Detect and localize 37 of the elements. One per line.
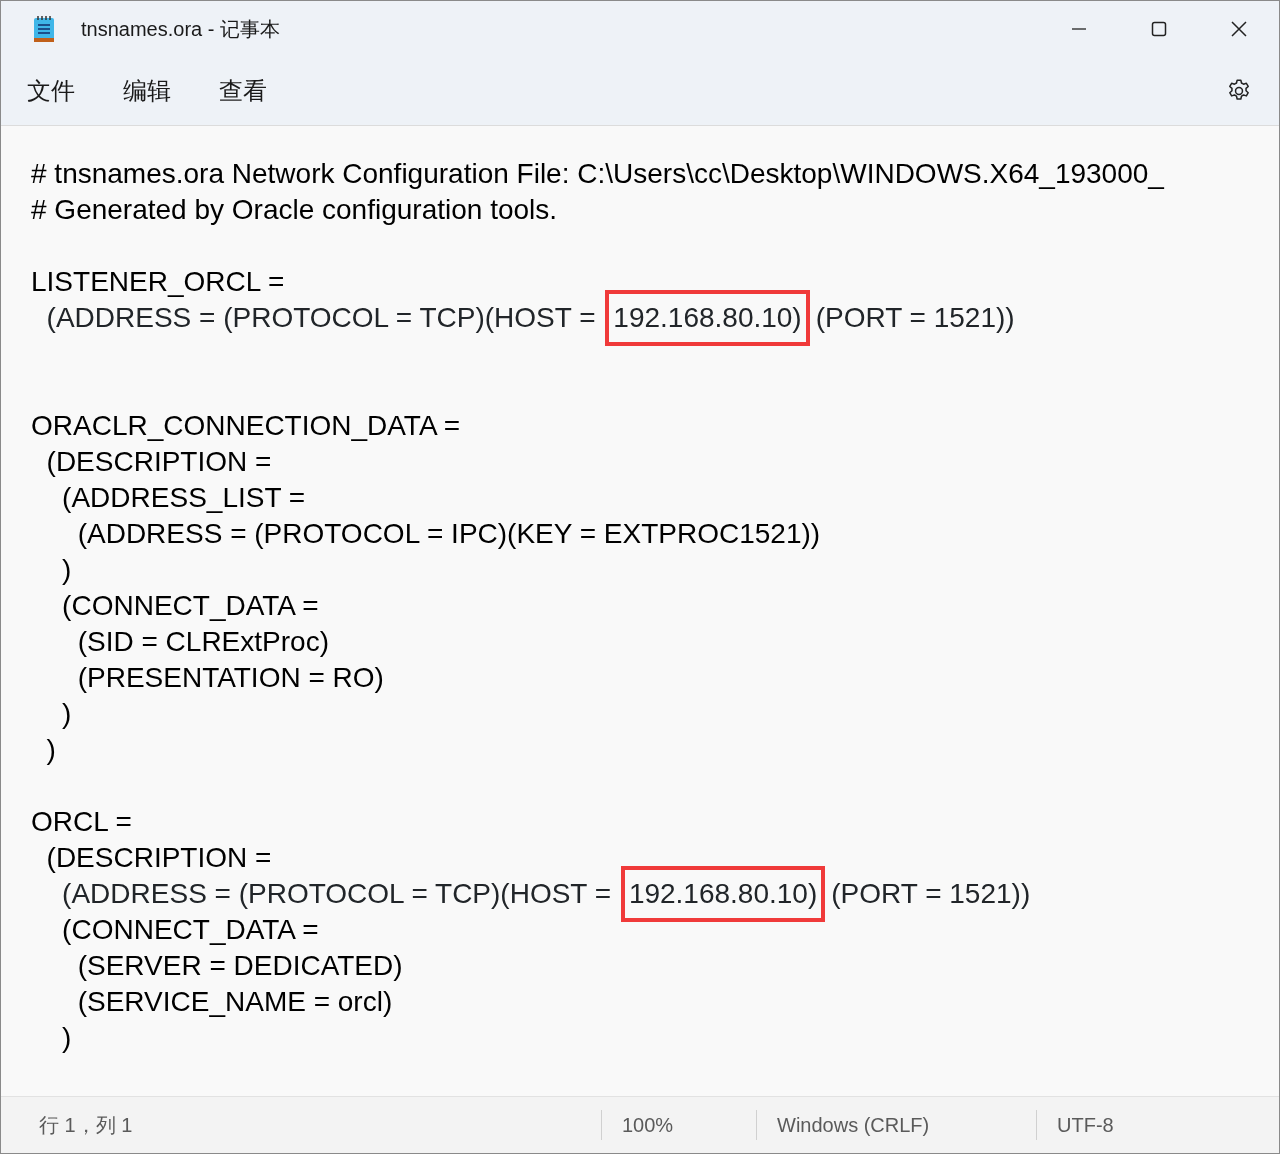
- menu-item[interactable]: 查看: [207, 69, 279, 113]
- code-line: ORCL =: [31, 805, 133, 839]
- close-icon: [1231, 21, 1247, 37]
- code-text: (ADDRESS = (PROTOCOL = TCP)(HOST =: [45, 301, 597, 335]
- code-text: (ADDRESS = (PROTOCOL = TCP)(HOST =: [61, 877, 613, 911]
- code-line: (SERVICE_NAME = orcl): [76, 985, 394, 1019]
- minimize-icon: [1071, 28, 1087, 30]
- status-text: 行 1，列 1: [38, 1113, 134, 1138]
- window-title: tnsnames.ora - 记事本: [81, 17, 280, 42]
- code-line: (PRESENTATION = RO): [76, 661, 385, 695]
- code-line: LISTENER_ORCL =: [31, 265, 286, 299]
- code-text: (PORT = 1521)): [815, 301, 1015, 335]
- code-line: (ADDRESS = (PROTOCOL = IPC)(KEY = EXTPROC1521)): [76, 517, 822, 551]
- highlighted-address: 192.168.80.10): [620, 866, 826, 922]
- code-line: (CONNECT_DATA =: [61, 589, 320, 623]
- code-line: ): [61, 553, 73, 587]
- status-text: UTF-8: [1036, 1110, 1256, 1140]
- code-line: ): [61, 697, 73, 731]
- notepad-icon: [33, 15, 55, 43]
- code-line: (ADDRESS_LIST =: [61, 481, 307, 515]
- status-text: 100%: [601, 1110, 756, 1140]
- code-line: ): [45, 733, 57, 767]
- code-line: (CONNECT_DATA =: [61, 913, 320, 947]
- code-line: (DESCRIPTION =: [45, 445, 273, 479]
- code-line: (SID = CLRExtProc): [76, 625, 330, 659]
- code-line: (SERVER = DEDICATED): [76, 949, 404, 983]
- menu-item[interactable]: 文件: [15, 69, 87, 113]
- code-line: # Generated by Oracle configuration tools.: [31, 193, 559, 227]
- status-text: Windows (CRLF): [756, 1110, 1036, 1140]
- menu-item[interactable]: 编辑: [111, 69, 183, 113]
- code-line: ): [61, 1021, 73, 1055]
- code-text: (PORT = 1521)): [831, 877, 1031, 911]
- code-line: ORACLR_CONNECTION_DATA =: [31, 409, 462, 443]
- highlighted-address: 192.168.80.10): [605, 290, 810, 346]
- code-line: # tnsnames.ora Network Configuration File: C:\Users\cc\Desktop\WINDOWS.X64_193000_: [31, 157, 1165, 191]
- maximize-icon: [1151, 21, 1167, 37]
- code-line: (DESCRIPTION =: [45, 841, 273, 875]
